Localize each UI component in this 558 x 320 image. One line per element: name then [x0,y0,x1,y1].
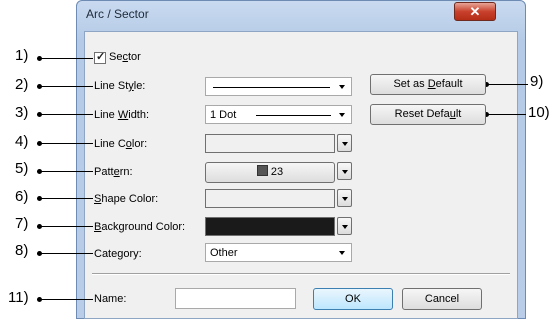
pattern-value: 23 [270,166,284,178]
name-input[interactable] [175,288,296,309]
callout-6: 6) [15,188,29,205]
chevron-down-icon [339,251,345,255]
callout-8: 8) [15,242,29,259]
callout-11: 11) [8,289,29,306]
shape-color-label: Shape Color: [94,193,159,205]
leader-line-8 [37,251,93,256]
leader-line-6 [37,196,93,201]
sector-checkbox[interactable]: ✓ [94,51,106,64]
chevron-down-icon [339,85,345,89]
callout-5: 5) [15,160,29,177]
line-width-label: Line Width: [94,109,150,121]
category-value: Other [210,247,238,259]
cancel-button[interactable]: Cancel [402,288,482,310]
ok-button[interactable]: OK [313,288,393,310]
background-color-dropdown-button[interactable] [337,217,352,235]
leader-line-5 [37,169,93,174]
pattern-dropdown-button[interactable] [337,162,352,180]
shape-color-dropdown-button[interactable] [337,189,352,207]
line-width-combo[interactable]: 1 Dot [205,105,352,124]
reset-default-button[interactable]: Reset Default [370,104,486,125]
leader-line-7 [37,224,93,229]
line-color-dropdown-button[interactable] [337,134,352,152]
sector-label: Sector [109,51,141,63]
background-color-label: Background Color: [94,221,186,233]
callout-7: 7) [15,215,29,232]
callout-2: 2) [15,76,29,93]
category-combo[interactable]: Other [205,243,352,262]
line-width-preview [256,115,331,116]
callout-9: 9) [530,73,544,90]
line-style-preview [213,87,330,88]
leader-line-9 [484,82,528,87]
callout-1: 1) [15,47,29,64]
chevron-down-icon [339,113,345,117]
leader-line-10 [484,112,526,117]
leader-line-11 [37,297,93,302]
pattern-swatch-icon [256,165,268,176]
line-style-combo[interactable] [205,77,352,96]
leader-line-1 [37,56,93,61]
shape-color-swatch[interactable] [205,189,335,208]
background-color-swatch[interactable] [205,217,335,236]
category-label: Category: [94,248,142,260]
pattern-button[interactable]: 23 [205,162,335,183]
leader-line-2 [37,84,93,89]
dialog-title: Arc / Sector [86,7,149,21]
separator [92,273,510,275]
name-label: Name: [94,293,127,305]
callout-4: 4) [15,133,29,150]
line-color-swatch[interactable] [205,134,335,153]
pattern-label: Pattern: [94,166,133,178]
line-color-label: Line Color: [94,138,148,150]
leader-line-3 [37,112,93,117]
line-style-label: Line Style: [94,80,146,92]
checkmark-icon: ✓ [96,51,106,63]
leader-line-4 [37,141,93,146]
line-width-value: 1 Dot [210,109,237,121]
set-as-default-button[interactable]: Set as Default [370,74,486,95]
close-button[interactable]: ✕ [454,2,496,21]
callout-3: 3) [15,104,29,121]
callout-10: 10) [528,104,550,121]
